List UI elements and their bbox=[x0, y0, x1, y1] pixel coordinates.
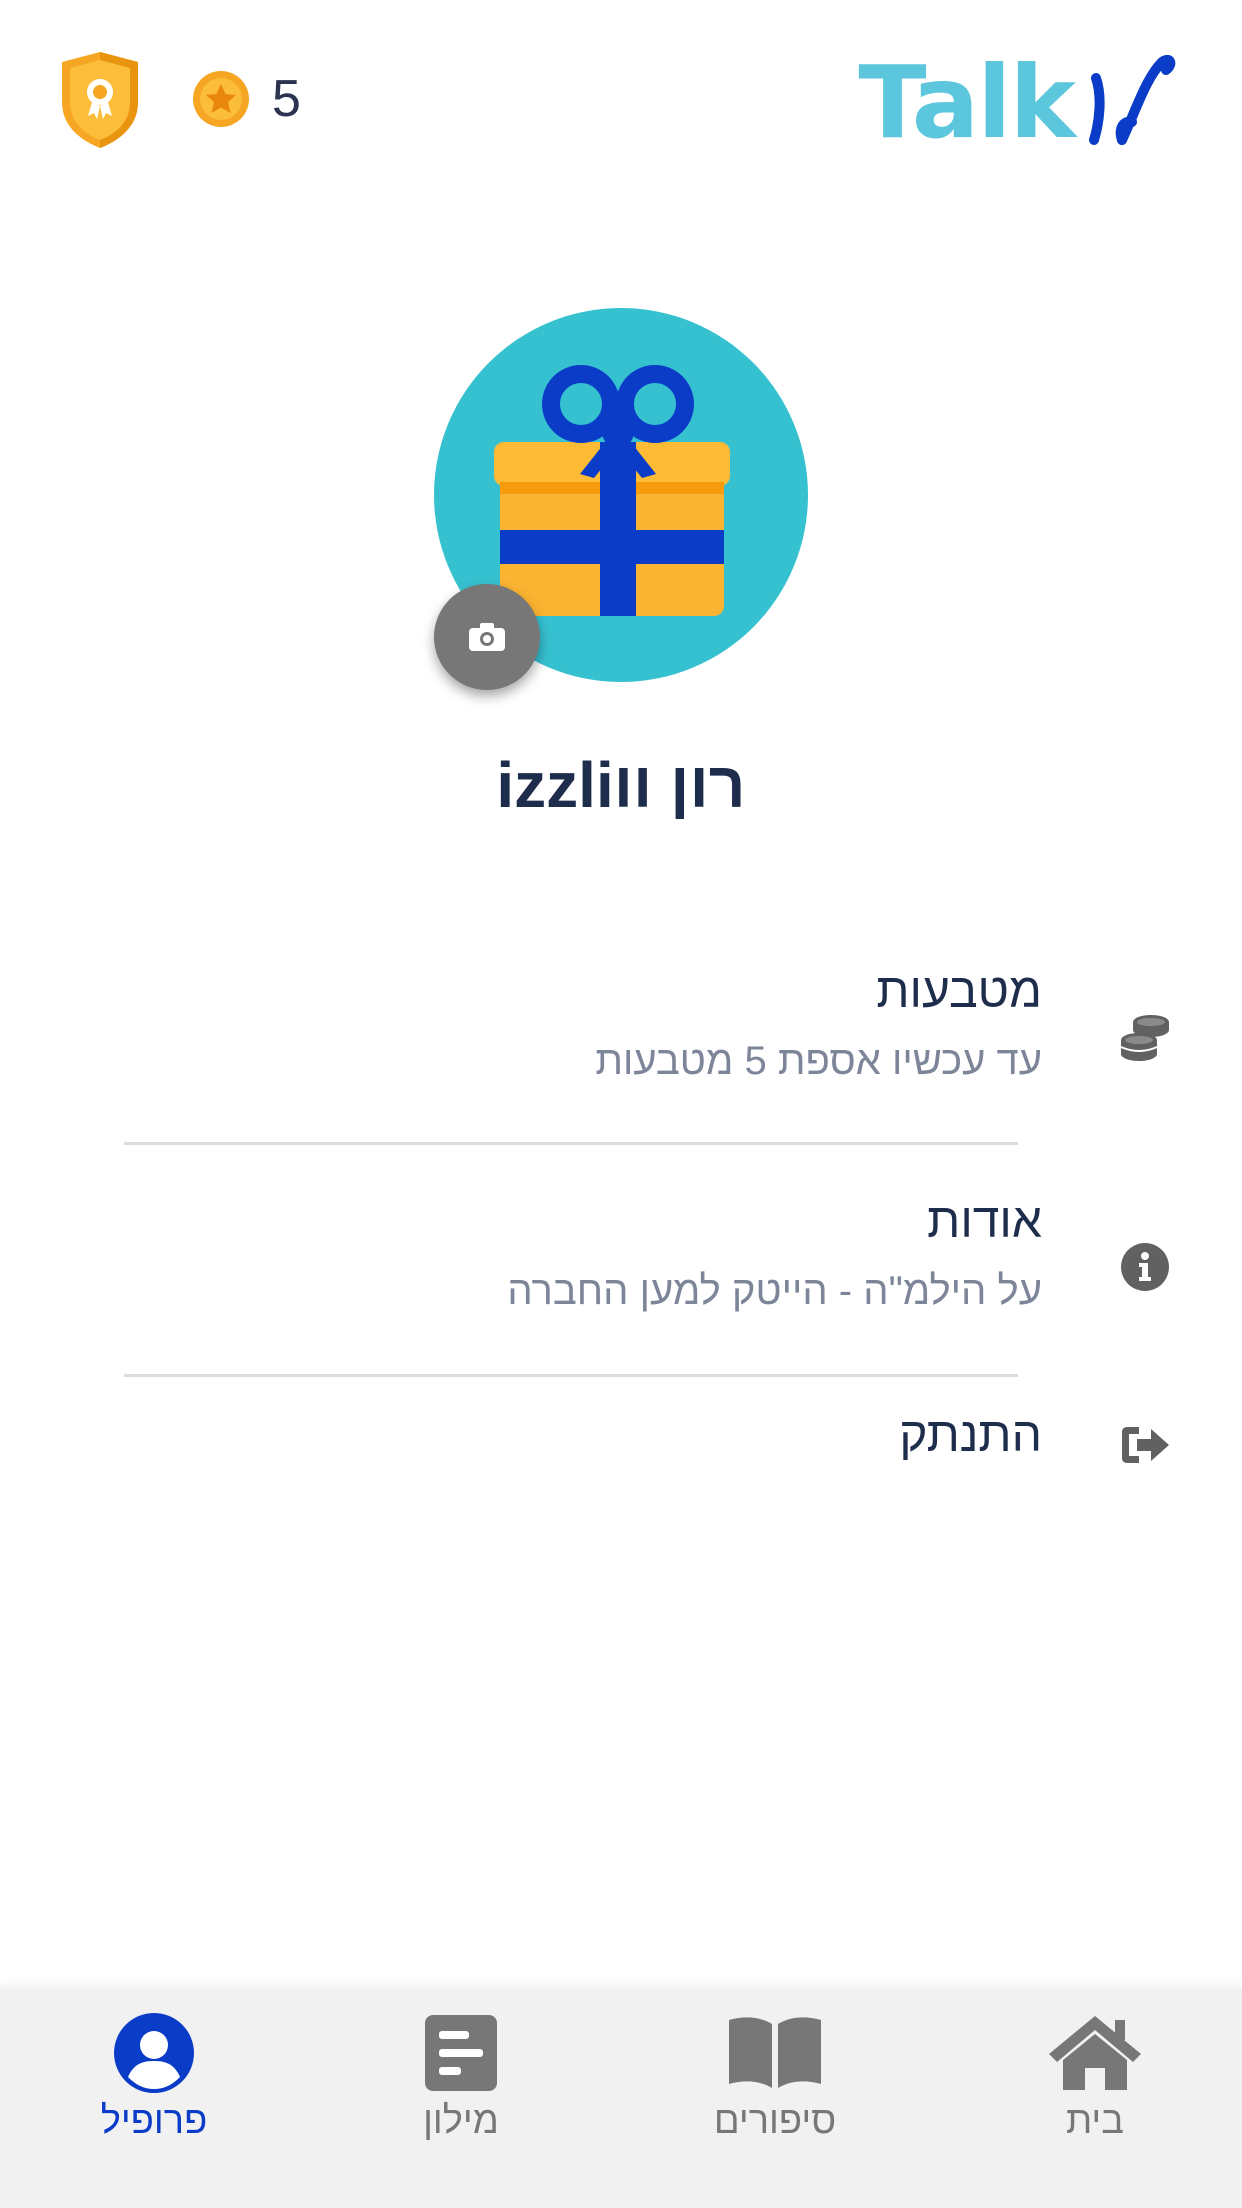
bottom-navigation: פרופיל מילון סיפורים בית bbox=[0, 1988, 1242, 2208]
book-icon bbox=[725, 2010, 825, 2096]
logout-icon bbox=[1108, 1408, 1182, 1482]
menu-item-coins[interactable]: מטבעות עד עכשיו אספת 5 מטבעות bbox=[124, 930, 1182, 1148]
nav-label: פרופיל bbox=[100, 2100, 208, 2142]
menu-item-title: התנתק bbox=[899, 1409, 1042, 1462]
logo-text: Talk bbox=[858, 44, 1076, 161]
menu-item-subtitle: על הילמ"ה - הייטק למען החברה bbox=[507, 1269, 1042, 1313]
top-bar: 5 Talk bbox=[0, 0, 1242, 200]
divider bbox=[124, 1374, 1018, 1377]
nav-label: בית bbox=[1065, 2100, 1125, 2142]
nav-home[interactable]: בית bbox=[985, 2010, 1205, 2190]
logo-mark-icon bbox=[1089, 54, 1176, 145]
profile-avatar[interactable] bbox=[434, 308, 808, 690]
nav-profile[interactable]: פרופיל bbox=[44, 2010, 264, 2190]
coins-count: 5 bbox=[272, 70, 301, 128]
menu-item-logout[interactable]: התנתק bbox=[124, 1380, 1182, 1500]
nav-label: מילון bbox=[423, 2100, 499, 2142]
menu-item-about[interactable]: אודות על הילמ"ה - הייטק למען החברה bbox=[124, 1148, 1182, 1380]
dictionary-icon bbox=[411, 2010, 511, 2096]
nav-label: סיפורים bbox=[713, 2100, 837, 2142]
coin-icon bbox=[192, 70, 250, 128]
divider bbox=[124, 1142, 1018, 1145]
nav-dictionary[interactable]: מילון bbox=[351, 2010, 571, 2190]
coins-stack-icon bbox=[1108, 1000, 1182, 1074]
user-name: רון ווizzli bbox=[496, 749, 746, 821]
menu-item-title: אודות bbox=[927, 1195, 1042, 1248]
home-icon bbox=[1045, 2010, 1145, 2096]
profile-menu: מטבעות עד עכשיו אספת 5 מטבעות אודות על ה… bbox=[124, 930, 1182, 1500]
profile-icon bbox=[104, 2010, 204, 2096]
award-badge-icon[interactable] bbox=[58, 50, 142, 150]
app-logo: Talk bbox=[858, 48, 1176, 158]
info-icon bbox=[1108, 1230, 1182, 1304]
change-photo-button[interactable] bbox=[434, 584, 540, 690]
menu-item-subtitle: עד עכשיו אספת 5 מטבעות bbox=[595, 1039, 1042, 1083]
menu-item-title: מטבעות bbox=[876, 965, 1042, 1018]
camera-icon bbox=[469, 623, 505, 651]
nav-stories[interactable]: סיפורים bbox=[665, 2010, 885, 2190]
